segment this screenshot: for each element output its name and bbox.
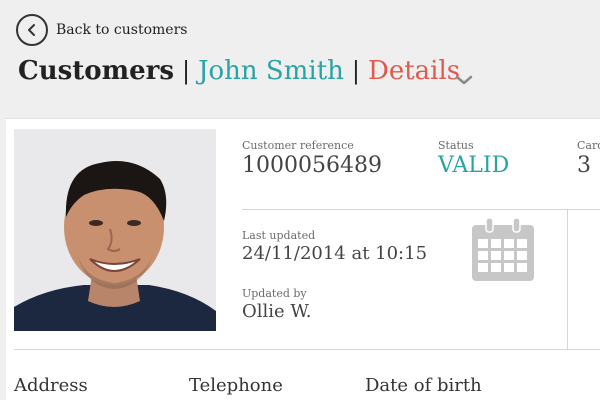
divider [567, 209, 568, 349]
divider [14, 349, 600, 350]
reference-value: 1000056489 [242, 153, 382, 178]
back-label: Back to customers [56, 22, 188, 38]
reference-label: Customer reference [242, 139, 354, 152]
divider [242, 209, 600, 210]
back-button[interactable]: Back to customers [16, 14, 187, 46]
updated-by-value: Ollie W. [242, 301, 312, 322]
last-updated-label: Last updated [242, 229, 316, 242]
section-address: Address [14, 375, 88, 396]
breadcrumb-separator: | [181, 57, 191, 85]
breadcrumb: Customers | John Smith | Details [18, 56, 460, 86]
breadcrumb-separator: | [351, 57, 360, 85]
status-field: Status VALID [438, 139, 509, 178]
customer-card: Customer reference 1000056489 Status VAL… [6, 118, 600, 400]
reference-field: Customer reference 1000056489 [242, 139, 382, 178]
card-field: Card 3 [577, 139, 600, 178]
breadcrumb-customers[interactable]: Customers [18, 56, 174, 86]
calendar-icon [470, 217, 536, 283]
chevron-down-icon[interactable] [452, 70, 476, 90]
last-updated-field: Last updated 24/11/2014 at 10:15 [242, 229, 427, 264]
status-label: Status [438, 139, 474, 152]
back-arrow-icon [16, 14, 48, 46]
section-telephone: Telephone [189, 375, 283, 396]
header-bar: Back to customers Customers | John Smith… [0, 0, 600, 118]
breadcrumb-customer-name[interactable]: John Smith [198, 56, 344, 86]
breadcrumb-current-page: Details [367, 56, 461, 86]
updated-by-field: Updated by Ollie W. [242, 287, 311, 322]
customer-photo [14, 129, 216, 331]
status-badge: VALID [438, 153, 510, 178]
updated-by-label: Updated by [242, 287, 307, 300]
card-label: Card [577, 139, 600, 152]
section-date-of-birth: Date of birth [365, 375, 482, 396]
card-value: 3 [577, 153, 591, 178]
last-updated-value: 24/11/2014 at 10:15 [242, 243, 428, 264]
